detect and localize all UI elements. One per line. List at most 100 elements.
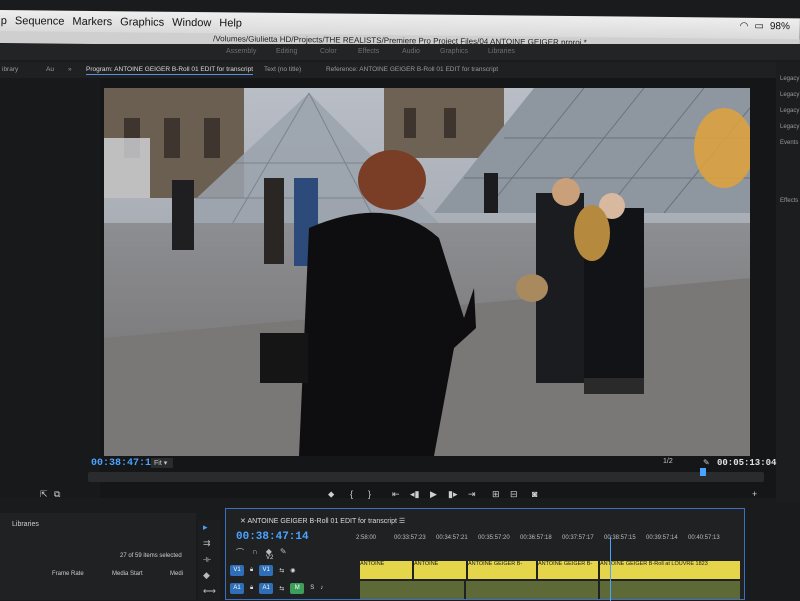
menu-help[interactable]: Help — [219, 17, 250, 29]
workspace-editing[interactable]: Editing — [276, 48, 297, 55]
right-panel-item[interactable]: Events — [780, 140, 798, 146]
step-back-icon[interactable]: ◂▮ — [410, 489, 419, 500]
workspace-assembly[interactable]: Assembly — [226, 48, 256, 55]
timeline-playhead[interactable] — [610, 537, 611, 601]
source-patch-v1[interactable]: V1 — [230, 564, 244, 576]
source-patch-a1[interactable]: A1 — [230, 582, 244, 594]
battery-percent: 98% — [769, 21, 790, 33]
timeline-panel: ✕ ANTOINE GEIGER B-Roll 01 EDIT for tran… — [225, 508, 745, 601]
track-target-a1[interactable]: A1 — [259, 582, 274, 594]
ruler-tick: 00:33:57:23 — [394, 535, 426, 541]
go-to-in-icon[interactable]: ⇤ — [392, 489, 400, 500]
timeline-timecode[interactable]: 00:38:47:14 — [236, 531, 309, 543]
tab-reference-monitor[interactable]: Reference: ANTOINE GEIGER B-Roll 01 EDIT… — [326, 66, 498, 73]
zoom-value: Fit — [154, 460, 162, 467]
mute-button[interactable]: M — [290, 582, 305, 594]
snap-icon[interactable]: ⌒ — [236, 547, 244, 558]
sequence-tab[interactable]: ✕ ANTOINE GEIGER B-Roll 01 EDIT for tran… — [240, 517, 405, 525]
audio-clip[interactable] — [600, 581, 740, 599]
mic-icon[interactable]: ♪ — [320, 585, 323, 591]
workspace-audio[interactable]: Audio — [402, 48, 420, 55]
track-select-icon[interactable]: ⇉ — [203, 538, 211, 549]
solo-button[interactable]: S — [310, 585, 314, 591]
go-to-out-icon[interactable]: ⇥ — [468, 489, 476, 500]
track-target-v1[interactable]: V1 — [259, 564, 274, 576]
libraries-title[interactable]: Libraries — [12, 521, 39, 528]
audio-meters — [748, 508, 800, 600]
program-monitor-video[interactable] — [104, 88, 750, 456]
wifi-icon[interactable]: ◠ — [740, 21, 749, 32]
sequence-title: ANTOINE GEIGER B-Roll 01 EDIT for transc… — [247, 518, 397, 525]
workspace-libraries[interactable]: Libraries — [488, 48, 515, 55]
battery-icon[interactable]: ▭ — [754, 21, 764, 32]
transport-controls: ⇱ ⧉ ⬥ { } ⇤ ◂▮ ▶ ▮▸ ⇥ ⊞ ⊟ ◙ + — [0, 487, 800, 503]
menu-graphics[interactable]: Graphics — [120, 16, 172, 29]
lock-icon[interactable]: 🔒︎ — [250, 567, 253, 574]
tab-text[interactable]: Text (no title) — [264, 66, 301, 73]
ruler-tick: 00:35:57:20 — [478, 535, 510, 541]
step-forward-icon[interactable]: ▮▸ — [448, 489, 457, 500]
selection-tool-icon[interactable]: ▸ — [203, 522, 208, 533]
workspace-color[interactable]: Color — [320, 48, 337, 55]
mark-in-icon[interactable]: { — [350, 489, 353, 499]
panel-tabs: ibrary Au » Program: ANTOINE GEIGER B-Ro… — [0, 62, 800, 78]
lock-icon[interactable]: 🔒︎ — [250, 585, 253, 592]
column-frame-rate[interactable]: Frame Rate — [52, 571, 84, 577]
menu-sequence[interactable]: Sequence — [15, 15, 73, 28]
settings-icon[interactable]: ⧉ — [54, 489, 60, 500]
tab-audio[interactable]: Au — [46, 66, 54, 73]
track-label-v2: V2 — [266, 555, 274, 561]
time-ruler[interactable]: 2:58:00 00:33:57:23 00:34:57:21 00:35:57… — [356, 535, 742, 547]
extract-icon[interactable]: ⊟ — [510, 489, 518, 500]
camera-icon[interactable]: ◙ — [532, 489, 537, 499]
export-frame-icon[interactable]: ⇱ — [40, 489, 48, 500]
monitor-scrub-bar[interactable] — [88, 468, 764, 482]
selection-count: 27 of 59 items selected — [120, 553, 182, 559]
right-panel-item[interactable]: Effects — [780, 198, 798, 204]
ripple-edit-icon[interactable]: ⟛ — [203, 554, 211, 565]
tab-overflow-icon[interactable]: » — [68, 66, 72, 73]
column-media-start[interactable]: Media Start — [112, 571, 143, 577]
razor-icon[interactable]: ◆ — [203, 570, 210, 581]
video-clip[interactable]: ANTOINE GEIGER B-Roll at LOUVRE 1823 — [600, 561, 740, 579]
tab-library[interactable]: ibrary — [2, 66, 18, 73]
monitor-timecode-row: 00:38:47:14 Fit ▾ 1/2 ✎ 00:05:13:04 — [85, 455, 777, 471]
mark-out-icon[interactable]: } — [368, 489, 371, 499]
ruler-tick: 2:58:00 — [356, 535, 377, 541]
libraries-panel: Libraries 27 of 59 items selected Frame … — [0, 513, 196, 600]
wrench-icon[interactable]: ✎ — [703, 458, 710, 467]
monitor-playhead[interactable] — [700, 468, 706, 476]
lift-icon[interactable]: ⊞ — [492, 489, 500, 500]
ruler-tick: 00:37:57:17 — [562, 535, 594, 541]
right-panel-item[interactable]: Legacy — [780, 108, 799, 114]
video-clip[interactable]: ANTOINE GEIGER B- — [538, 561, 598, 579]
duration-timecode: 00:05:13:04 — [717, 458, 777, 468]
video-clip[interactable]: ANTOINE — [414, 561, 466, 579]
playhead-timecode[interactable]: 00:38:47:14 — [91, 458, 157, 469]
link-icon[interactable]: ∩ — [252, 547, 258, 558]
zoom-select[interactable]: Fit ▾ — [151, 458, 174, 468]
workspace-graphics[interactable]: Graphics — [440, 48, 468, 55]
play-icon[interactable]: ▶ — [430, 489, 437, 500]
audio-clip[interactable] — [466, 581, 598, 599]
eye-icon[interactable]: ◉ — [290, 567, 295, 574]
add-marker-icon[interactable]: ⬥ — [328, 489, 334, 500]
workspace-effects[interactable]: Effects — [358, 48, 379, 55]
tab-program-monitor[interactable]: Program: ANTOINE GEIGER B-Roll 01 EDIT f… — [86, 66, 254, 75]
column-media[interactable]: Medi — [170, 571, 183, 577]
menu-clip[interactable]: lip — [0, 15, 15, 27]
menu-markers[interactable]: Markers — [72, 16, 120, 28]
add-button-icon[interactable]: + — [752, 489, 757, 499]
sync-lock-icon[interactable]: ⇆ — [279, 585, 284, 592]
resolution-select[interactable]: 1/2 — [663, 458, 673, 465]
menu-window[interactable]: Window — [172, 17, 219, 29]
sync-lock-icon[interactable]: ⇆ — [279, 567, 284, 574]
right-panel-item[interactable]: Legacy — [780, 124, 799, 130]
video-clip[interactable]: ANTOINE GEIGER B- — [468, 561, 536, 579]
slip-icon[interactable]: ⟷ — [203, 586, 216, 597]
audio-clip[interactable] — [360, 581, 464, 599]
video-clip[interactable]: ANTOINE — [360, 561, 412, 579]
wrench-icon[interactable]: ✎ — [280, 547, 287, 558]
right-panel-item[interactable]: Legacy — [780, 92, 799, 98]
right-panel-item[interactable]: Legacy — [780, 76, 799, 82]
